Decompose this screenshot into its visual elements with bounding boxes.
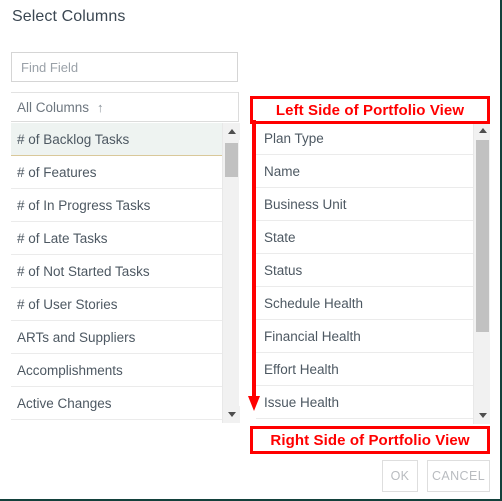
list-item-label: Financial Health [264, 328, 361, 344]
list-item-label: Active Changes [17, 395, 112, 411]
annotation-left-side-label: Left Side of Portfolio View [250, 96, 490, 124]
list-item-label: # of Not Started Tasks [17, 263, 150, 279]
sort-ascending-icon[interactable]: ↑ [97, 101, 104, 114]
select-columns-dialog: Select Columns All Columns ↑ # of Backlo… [0, 0, 502, 501]
list-item-label: State [264, 229, 296, 245]
list-item-label: Schedule Health [264, 295, 364, 311]
list-item-label: Status [264, 262, 303, 278]
scrollbar-up-arrow-icon[interactable] [223, 123, 240, 140]
list-item-label: Issue Health [264, 394, 340, 410]
search-input[interactable] [11, 52, 238, 82]
list-item[interactable]: State [256, 221, 473, 254]
scrollbar-thumb[interactable] [476, 140, 489, 332]
list-item[interactable]: # of User Stories [11, 288, 222, 321]
list-item-label: Plan Type [264, 130, 324, 146]
list-item[interactable]: # of In Progress Tasks [11, 189, 222, 222]
all-columns-header-label: All Columns [17, 99, 90, 115]
scrollbar-up-arrow-icon[interactable] [474, 122, 490, 139]
selected-columns-scrollbar[interactable] [473, 122, 490, 424]
list-item[interactable]: Status [256, 254, 473, 287]
list-item-label: # of User Stories [17, 296, 118, 312]
selected-columns-rows: Plan Type Name Business Unit State Status Sch… [256, 122, 473, 419]
annotation-right-side-label: Right Side of Portfolio View [250, 426, 490, 454]
all-columns-scrollbar[interactable] [222, 123, 240, 423]
list-item-label: ARTs and Suppliers [17, 329, 136, 345]
list-item-label: # of Features [17, 164, 97, 180]
list-item[interactable]: Plan Type [256, 122, 473, 155]
scrollbar-down-arrow-icon[interactable] [474, 407, 490, 424]
cancel-button[interactable]: CANCEL [427, 460, 490, 492]
list-item-label: Name [264, 163, 301, 179]
list-item[interactable]: Financial Health [256, 320, 473, 353]
list-item[interactable]: Schedule Health [256, 287, 473, 320]
list-item[interactable]: Accomplishments [11, 354, 222, 387]
list-item-label: # of Late Tasks [17, 230, 108, 246]
list-item[interactable]: Business Unit [256, 188, 473, 221]
selected-columns-panel[interactable]: Plan Type Name Business Unit State Status Sch… [256, 122, 490, 424]
all-columns-header[interactable]: All Columns ↑ [11, 92, 239, 122]
scrollbar-thumb[interactable] [225, 143, 238, 177]
list-item-label: Accomplishments [17, 362, 123, 378]
all-columns-panel: All Columns ↑ # of Backlog Tasks # of Fea… [11, 92, 240, 424]
list-item[interactable]: Issue Health [256, 386, 473, 419]
list-item-label: # of Backlog Tasks [17, 131, 130, 147]
list-item-label: Business Unit [264, 196, 347, 212]
list-item[interactable]: Active Changes [11, 387, 222, 420]
list-item[interactable]: # of Features [11, 156, 222, 189]
list-item-label: Effort Health [264, 361, 339, 377]
all-columns-rows: # of Backlog Tasks # of Features # of In P… [11, 123, 222, 420]
list-item[interactable]: Name [256, 155, 473, 188]
list-item[interactable]: # of Late Tasks [11, 222, 222, 255]
list-item[interactable]: Effort Health [256, 353, 473, 386]
annotation-arrow-down-icon [248, 120, 261, 412]
ok-button[interactable]: OK [382, 460, 418, 492]
header-divider [238, 92, 239, 122]
scrollbar-down-arrow-icon[interactable] [223, 406, 240, 423]
list-item-label: # of In Progress Tasks [17, 197, 151, 213]
list-item[interactable]: ARTs and Suppliers [11, 321, 222, 354]
page-title: Select Columns [12, 8, 126, 25]
list-item[interactable]: # of Backlog Tasks [11, 123, 222, 156]
list-item[interactable]: # of Not Started Tasks [11, 255, 222, 288]
all-columns-list[interactable]: # of Backlog Tasks # of Features # of In P… [11, 123, 239, 423]
